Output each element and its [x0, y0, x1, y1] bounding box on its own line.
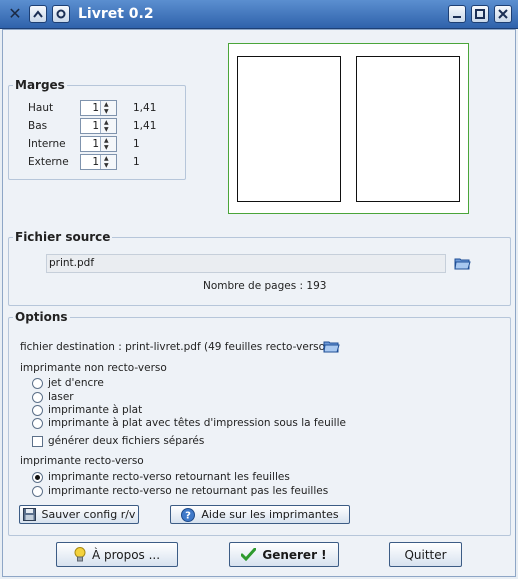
radio-flatbed-heads-under-label[interactable]: imprimante à plat avec têtes d'impressio…	[48, 417, 346, 429]
preview-left-page	[237, 56, 341, 202]
minimize-icon	[453, 16, 461, 18]
checkmark-icon	[241, 548, 257, 561]
app-menu-icon[interactable]: ✕	[6, 5, 24, 23]
margin-top-computed: 1,41	[133, 102, 157, 114]
spin-down-icon[interactable]: ▼	[104, 127, 109, 133]
quit-button[interactable]: Quitter	[389, 542, 462, 567]
margin-inner-value[interactable]: 1	[92, 138, 99, 150]
radio-duplex-flip-label[interactable]: imprimante recto-verso retournant les fe…	[48, 471, 290, 483]
margin-outer-computed: 1	[133, 156, 140, 168]
help-icon: ?	[181, 507, 196, 522]
radio-flatbed[interactable]	[32, 405, 43, 416]
maximize-icon	[475, 9, 485, 19]
radio-duplex-flip[interactable]	[32, 472, 43, 483]
close-button[interactable]	[494, 5, 512, 23]
lightbulb-icon	[74, 547, 86, 562]
margins-legend: Marges	[15, 78, 65, 92]
pin-icon	[56, 9, 66, 19]
open-folder-icon[interactable]	[323, 340, 340, 353]
printer-help-label: Aide sur les imprimantes	[201, 508, 339, 521]
margin-inner-label: Interne	[28, 138, 66, 150]
printer-help-button[interactable]: ? Aide sur les imprimantes	[170, 505, 350, 524]
window-title: Livret 0.2	[78, 6, 154, 22]
margin-outer-label: Externe	[28, 156, 69, 168]
margin-bottom-computed: 1,41	[133, 120, 157, 132]
generate-label: Generer !	[262, 547, 327, 562]
spinner-arrows[interactable]: ▲ ▼	[100, 101, 116, 115]
save-config-button[interactable]: Sauver config r/v	[19, 505, 139, 524]
separate-files-label[interactable]: générer deux fichiers séparés	[48, 435, 204, 447]
svg-text:?: ?	[186, 510, 192, 521]
close-icon	[498, 9, 508, 19]
quit-label: Quitter	[404, 547, 447, 562]
radio-flatbed-label[interactable]: imprimante à plat	[48, 404, 142, 416]
margin-bottom-spinner[interactable]: 1 ▲ ▼	[80, 118, 117, 134]
spinner-arrows[interactable]: ▲ ▼	[100, 119, 116, 133]
spinner-arrows[interactable]: ▲ ▼	[100, 137, 116, 151]
radio-duplex-no-flip[interactable]	[32, 486, 43, 497]
margin-outer-value[interactable]: 1	[92, 156, 99, 168]
shade-button[interactable]	[29, 5, 47, 23]
radio-laser[interactable]	[32, 392, 43, 403]
margin-bottom-label: Bas	[28, 120, 48, 132]
page-count: Nombre de pages : 193	[203, 280, 327, 292]
margin-inner-computed: 1	[133, 138, 140, 150]
open-folder-icon[interactable]	[454, 257, 471, 270]
maximize-button[interactable]	[471, 5, 489, 23]
save-config-label: Sauver config r/v	[41, 508, 136, 521]
margin-top-label: Haut	[28, 102, 54, 114]
non-duplex-printer-label: imprimante non recto-verso	[20, 362, 167, 374]
title-bar: ✕ Livret 0.2	[0, 0, 518, 29]
margin-top-spinner[interactable]: 1 ▲ ▼	[80, 100, 117, 116]
radio-inkjet-label[interactable]: jet d'encre	[48, 377, 104, 389]
booklet-preview	[228, 43, 469, 214]
source-file-field[interactable]: print.pdf	[46, 254, 446, 273]
radio-flatbed-heads-under[interactable]	[32, 418, 43, 429]
margin-bottom-value[interactable]: 1	[92, 120, 99, 132]
spin-down-icon[interactable]: ▼	[104, 145, 109, 151]
minimize-button[interactable]	[448, 5, 466, 23]
chevron-up-icon	[33, 10, 43, 18]
radio-inkjet[interactable]	[32, 378, 43, 389]
radio-duplex-no-flip-label[interactable]: imprimante recto-verso ne retournant pas…	[48, 485, 328, 497]
options-legend: Options	[15, 310, 68, 324]
generate-button[interactable]: Generer !	[229, 542, 339, 567]
floppy-disk-icon	[22, 508, 36, 521]
spinner-arrows[interactable]: ▲ ▼	[100, 155, 116, 169]
radio-laser-label[interactable]: laser	[48, 391, 74, 403]
duplex-printer-label: imprimante recto-verso	[20, 455, 144, 467]
margin-top-value[interactable]: 1	[92, 102, 99, 114]
about-label: À propos ...	[91, 547, 161, 562]
spin-down-icon[interactable]: ▼	[104, 109, 109, 115]
destination-file-text: fichier destination : print-livret.pdf (…	[20, 341, 330, 353]
about-button[interactable]: À propos ...	[56, 542, 178, 567]
margin-inner-spinner[interactable]: 1 ▲ ▼	[80, 136, 117, 152]
source-file-legend: Fichier source	[15, 230, 111, 244]
spin-down-icon[interactable]: ▼	[104, 163, 109, 169]
sticky-button[interactable]	[52, 5, 70, 23]
separate-files-checkbox[interactable]	[32, 436, 43, 447]
margin-outer-spinner[interactable]: 1 ▲ ▼	[80, 154, 117, 170]
preview-right-page	[356, 56, 460, 202]
